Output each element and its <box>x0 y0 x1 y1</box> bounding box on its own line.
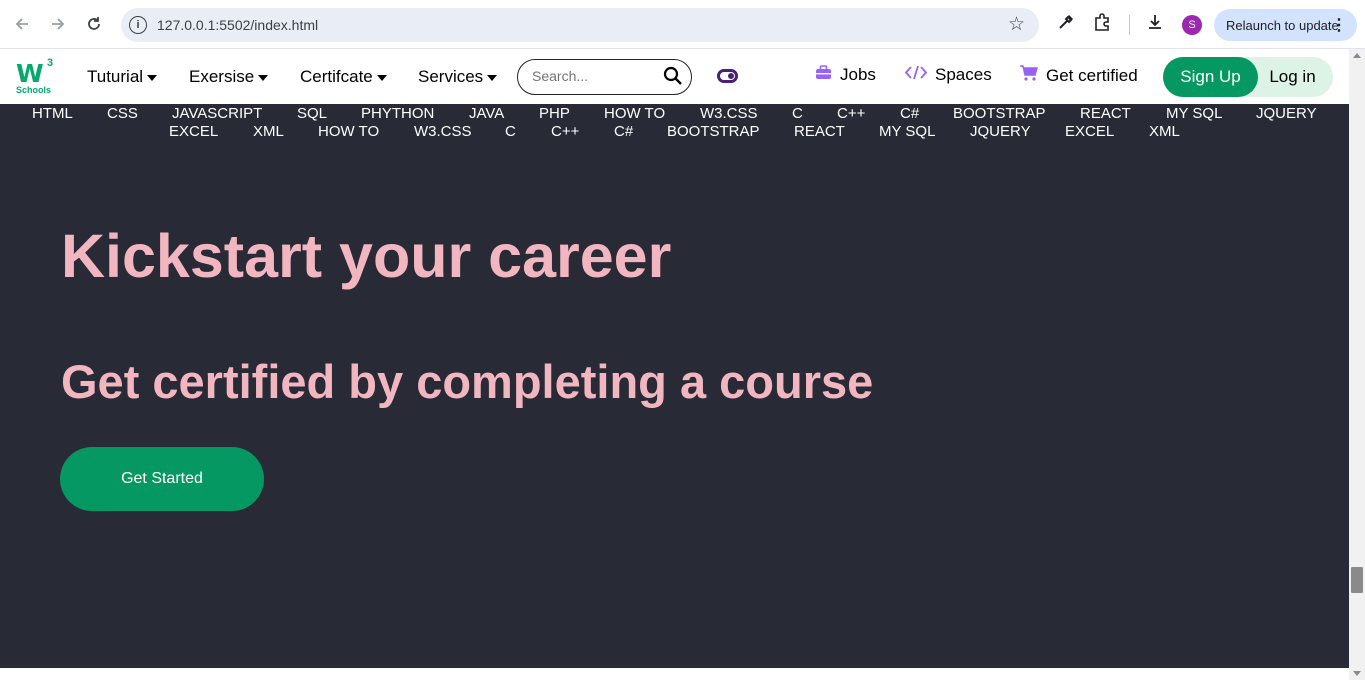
bookmark-star-icon[interactable]: ☆ <box>1008 13 1025 36</box>
scrollbar-thumb[interactable] <box>1351 567 1363 593</box>
menu-services[interactable]: Services <box>418 67 498 87</box>
search-box <box>517 59 692 95</box>
scroll-up-icon[interactable] <box>1353 53 1361 58</box>
sign-up-button[interactable]: Sign Up <box>1163 57 1258 97</box>
briefcase-icon <box>815 65 832 85</box>
subnav-link[interactable]: MY SQL <box>1166 105 1222 122</box>
subnav-link[interactable]: HOW TO <box>604 105 665 122</box>
spaces-label: Spaces <box>935 65 992 84</box>
subnav-link[interactable]: C <box>792 105 803 122</box>
subnav-link[interactable]: JAVASCRIPT <box>172 105 262 122</box>
subnav-link[interactable]: JQUERY <box>1256 105 1317 122</box>
hero-section: HTML CSS JAVASCRIPT SQL PHYTHON JAVA PHP… <box>0 104 1349 668</box>
menu-certificate-label: Certifcate <box>300 67 373 86</box>
auth-buttons: Sign Up Log in <box>1163 57 1333 97</box>
subnav-link[interactable]: PHP <box>539 105 570 122</box>
search-input[interactable] <box>532 68 662 84</box>
caret-down-icon <box>376 74 387 81</box>
caret-down-icon <box>258 74 269 81</box>
relaunch-button[interactable]: Relaunch to update ⋮ <box>1214 9 1357 41</box>
get-certified-link[interactable]: Get certified <box>1019 65 1138 86</box>
scroll-down-icon[interactable] <box>1353 671 1361 676</box>
url-text[interactable]: 127.0.0.1:5502/index.html <box>157 17 318 33</box>
page-bottom-strip <box>0 668 1349 680</box>
reload-icon[interactable] <box>82 12 106 36</box>
subnav-link[interactable]: W3.CSS <box>414 123 472 140</box>
theme-toggle[interactable] <box>717 69 738 83</box>
subnav-link[interactable]: W3.CSS <box>700 105 758 122</box>
subnav-link[interactable]: EXCEL <box>169 123 218 140</box>
get-started-button[interactable]: Get Started <box>60 447 264 511</box>
code-icon <box>904 65 928 85</box>
subnav-link[interactable]: HTML <box>32 105 73 122</box>
profile-avatar[interactable]: S <box>1182 15 1202 35</box>
logo-text: Schools <box>16 85 52 95</box>
menu-exercise[interactable]: Exersise <box>189 67 269 87</box>
more-menu-icon[interactable]: ⋮ <box>1331 15 1347 35</box>
subnav-link[interactable]: JAVA <box>469 105 504 122</box>
toolbar-separator <box>1129 15 1130 35</box>
subnav-link[interactable]: REACT <box>794 123 845 140</box>
browser-toolbar: i 127.0.0.1:5502/index.html ☆ S Relaunch… <box>0 0 1365 49</box>
subnav-link[interactable]: C++ <box>551 123 579 140</box>
menu-tutorial[interactable]: Tuturial <box>87 67 158 87</box>
eyedropper-icon[interactable] <box>1057 13 1075 36</box>
cart-icon <box>1019 65 1038 86</box>
subnav-link[interactable]: BOOTSTRAP <box>667 123 760 140</box>
subnav-link[interactable]: XML <box>1149 123 1180 140</box>
site-info-icon[interactable]: i <box>129 16 147 34</box>
subnav-link[interactable]: XML <box>253 123 284 140</box>
jobs-label: Jobs <box>840 65 876 84</box>
get-certified-label: Get certified <box>1046 65 1138 85</box>
log-in-button[interactable]: Log in <box>1258 57 1333 97</box>
subnav-link[interactable]: HOW TO <box>318 123 379 140</box>
subnav-link[interactable]: SQL <box>297 105 327 122</box>
search-icon[interactable] <box>663 66 683 91</box>
hero-subtitle: Get certified by completing a course <box>61 355 874 408</box>
menu-tutorial-label: Tuturial <box>87 67 144 86</box>
spaces-link[interactable]: Spaces <box>904 65 992 85</box>
forward-arrow-icon[interactable] <box>46 12 70 36</box>
menu-services-label: Services <box>418 67 484 86</box>
subnav-link[interactable]: CSS <box>107 105 138 122</box>
subnav-link[interactable]: C++ <box>837 105 865 122</box>
caret-down-icon <box>487 74 498 81</box>
logo-superscript: 3 <box>47 57 54 69</box>
hero-title: Kickstart your career <box>61 222 672 290</box>
jobs-link[interactable]: Jobs <box>815 65 876 85</box>
subnav-link[interactable]: REACT <box>1080 105 1131 122</box>
subnav-link[interactable]: C# <box>900 105 919 122</box>
subnav-link[interactable]: C <box>505 123 516 140</box>
site-navbar: W 3 Schools Tuturial Exersise Certifcate… <box>0 49 1349 104</box>
vertical-scrollbar[interactable] <box>1349 49 1365 680</box>
subnav-link[interactable]: JQUERY <box>970 123 1031 140</box>
back-arrow-icon[interactable] <box>10 12 34 36</box>
caret-down-icon <box>147 74 158 81</box>
subnav-link[interactable]: PHYTHON <box>361 105 434 122</box>
logo-mark: W <box>16 59 44 88</box>
subnav-link[interactable]: C# <box>614 123 633 140</box>
subnav-link[interactable]: EXCEL <box>1065 123 1114 140</box>
w3schools-logo[interactable]: W 3 Schools <box>14 57 58 97</box>
extensions-icon[interactable] <box>1093 13 1111 36</box>
download-icon[interactable] <box>1146 13 1164 36</box>
subnav-link[interactable]: MY SQL <box>879 123 935 140</box>
relaunch-label: Relaunch to update <box>1226 17 1339 33</box>
subnav-link[interactable]: BOOTSTRAP <box>953 105 1046 122</box>
menu-certificate[interactable]: Certifcate <box>300 67 387 87</box>
address-bar[interactable]: i 127.0.0.1:5502/index.html ☆ <box>121 8 1039 42</box>
menu-exercise-label: Exersise <box>189 67 255 86</box>
